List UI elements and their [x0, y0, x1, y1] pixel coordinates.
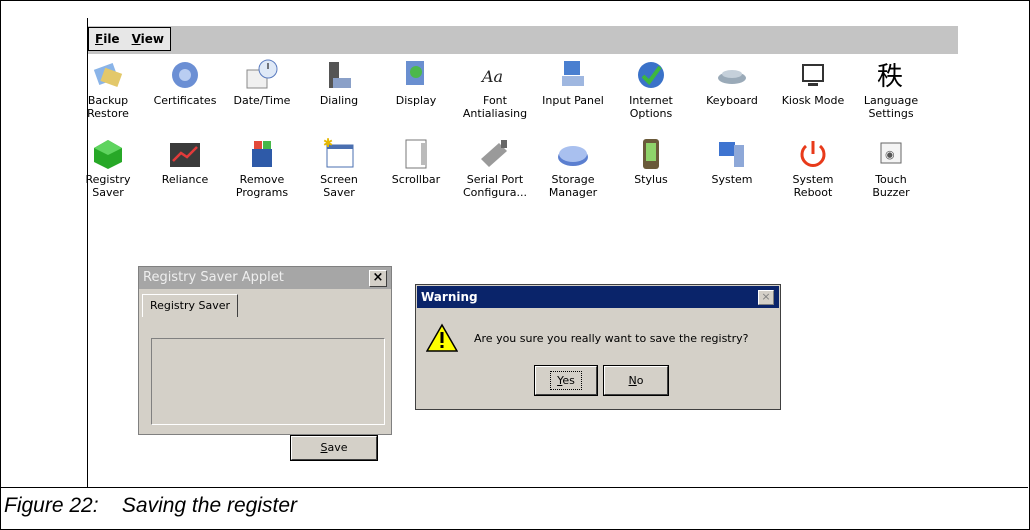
system-reboot-icon [795, 137, 831, 171]
menu-file-key: F [95, 32, 104, 46]
icon-label: Stylus [634, 173, 668, 186]
menu-view-rest: iew [140, 32, 164, 46]
registry-saver-panel: Save [151, 338, 385, 461]
svg-text:Aa: Aa [480, 67, 503, 86]
icon-label: Kiosk Mode [781, 94, 845, 107]
icon-item-scrollbar[interactable]: Scrollbar [376, 137, 456, 186]
icon-item-date-time[interactable]: Date/Time [222, 58, 302, 107]
icon-item-certificates[interactable]: Certificates [145, 58, 225, 107]
icon-label: Reliance [161, 173, 209, 186]
icon-label: Input Panel [542, 94, 604, 107]
icon-label: Certificates [153, 94, 217, 107]
reliance-icon [167, 137, 203, 171]
menu-file-rest: ile [103, 32, 120, 46]
icon-label: Storage Manager [548, 173, 598, 199]
display-icon [398, 58, 434, 92]
icon-item-keyboard[interactable]: Keyboard [692, 58, 772, 107]
icon-label: Dialing [319, 94, 359, 107]
warning-icon [426, 323, 458, 352]
icon-label: Serial Port Configura... [462, 173, 528, 199]
icon-item-display[interactable]: Display [376, 58, 456, 107]
icon-item-internet-options[interactable]: Internet Options [611, 58, 691, 120]
icon-item-input-panel[interactable]: Input Panel [533, 58, 613, 107]
icon-item-backup-restore[interactable]: Backup Restore [68, 58, 148, 120]
icon-item-font-antialiasing[interactable]: Aa Font Antialiasing [455, 58, 535, 120]
menu-file[interactable]: File [89, 32, 126, 46]
kiosk-mode-icon [795, 58, 831, 92]
icon-label: Font Antialiasing [462, 94, 528, 120]
dialing-icon [321, 58, 357, 92]
menu-bar: File View [88, 26, 958, 54]
icon-label: Display [395, 94, 437, 107]
keyboard-icon [714, 58, 750, 92]
icon-label: Backup Restore [87, 94, 129, 120]
touch-buzzer-icon: ◉ [873, 137, 909, 171]
icon-item-serial-port[interactable]: Serial Port Configura... [455, 137, 535, 199]
warning-message: Are you sure you really want to save the… [474, 332, 749, 345]
remove-programs-icon [244, 137, 280, 171]
icon-label: Date/Time [233, 94, 291, 107]
warning-close-icon[interactable]: × [758, 290, 774, 305]
icon-item-system[interactable]: System [692, 137, 772, 186]
icon-item-system-reboot[interactable]: System Reboot [773, 137, 853, 199]
close-icon[interactable]: × [369, 270, 387, 287]
language-settings-icon: 秩 [873, 58, 909, 92]
registry-saver-icon [90, 137, 126, 171]
no-button[interactable]: No [603, 365, 669, 396]
icon-item-screen-saver[interactable]: ✱ Screen Saver [299, 136, 379, 199]
serial-port-icon [477, 137, 513, 171]
stylus-icon [633, 137, 669, 171]
icon-item-kiosk-mode[interactable]: Kiosk Mode [773, 58, 853, 107]
registry-saver-title: Registry Saver Applet [139, 267, 391, 289]
no-label: No [628, 374, 644, 387]
icon-label: Touch Buzzer [872, 173, 910, 199]
icon-label: System Reboot [792, 173, 834, 199]
date-time-icon [244, 58, 280, 92]
menu-view-key: V [131, 32, 141, 46]
caption-divider [0, 487, 1028, 488]
svg-text:✱: ✱ [323, 137, 333, 150]
svg-text:◉: ◉ [885, 148, 895, 161]
icon-label: System [711, 173, 753, 186]
storage-manager-icon [555, 137, 591, 171]
save-button[interactable]: Save [290, 435, 378, 461]
font-antialiasing-icon: Aa [477, 58, 513, 92]
menu-group: File View [88, 27, 171, 51]
icon-item-storage-manager[interactable]: Storage Manager [533, 137, 613, 199]
icon-label: Remove Programs [235, 173, 289, 199]
icon-item-touch-buzzer[interactable]: ◉ Touch Buzzer [851, 137, 931, 199]
screen-saver-icon: ✱ [321, 136, 357, 171]
icon-item-language-settings[interactable]: 秩 Language Settings [851, 58, 931, 120]
save-label: Save [320, 441, 348, 454]
icon-item-reliance[interactable]: Reliance [145, 137, 225, 186]
icon-item-registry-saver[interactable]: Registry Saver [68, 137, 148, 199]
icon-label: Scrollbar [391, 173, 441, 186]
yes-label: Yes [550, 371, 582, 390]
registry-saver-window: Registry Saver Applet × Registry Saver S… [138, 266, 392, 461]
icon-item-stylus[interactable]: Stylus [611, 137, 691, 186]
svg-text:秩: 秩 [877, 62, 903, 92]
internet-options-icon [633, 58, 669, 92]
icon-label: Registry Saver [85, 173, 131, 199]
tab-registry-saver[interactable]: Registry Saver [142, 294, 238, 317]
warning-dialog: Warning × Are you sure you really want t… [415, 284, 781, 410]
icon-label: Screen Saver [320, 173, 358, 199]
input-panel-icon [555, 58, 591, 92]
icon-item-remove-programs[interactable]: Remove Programs [222, 137, 302, 199]
icon-label: Keyboard [706, 94, 758, 107]
figure-caption: Figure 22: Saving the register [4, 494, 297, 517]
icon-label: Language Settings [863, 94, 919, 120]
menu-view[interactable]: View [126, 32, 170, 46]
backup-restore-icon [90, 58, 126, 92]
icon-item-dialing[interactable]: Dialing [299, 58, 379, 107]
icon-label: Internet Options [629, 94, 673, 120]
system-icon [714, 137, 750, 171]
yes-button[interactable]: Yes [534, 365, 598, 396]
scrollbar-icon [398, 137, 434, 171]
warning-title: Warning [417, 286, 779, 308]
certificates-icon [167, 58, 203, 92]
